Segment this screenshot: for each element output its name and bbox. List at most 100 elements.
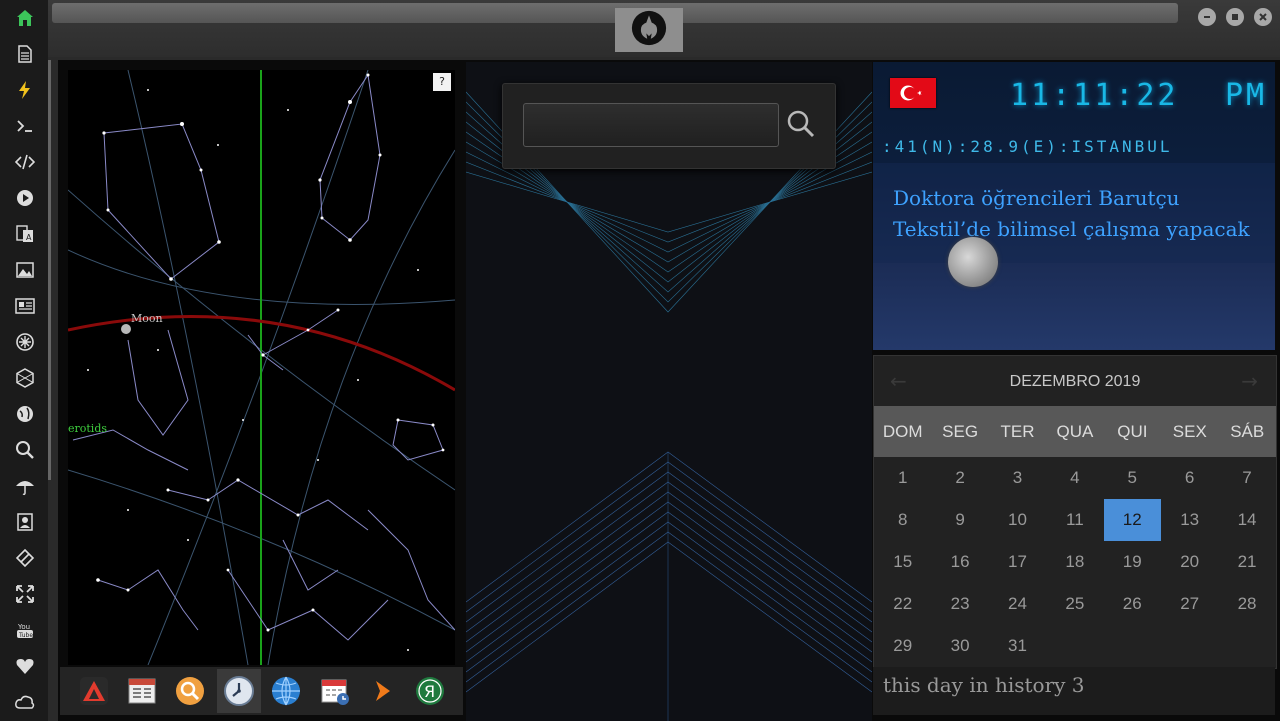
calendar-day[interactable]: 25 <box>1046 583 1103 625</box>
clock-icon[interactable] <box>217 669 261 713</box>
calendar-day[interactable]: 10 <box>989 499 1046 541</box>
youtube-icon[interactable]: You Tube <box>12 617 38 643</box>
document-icon[interactable] <box>12 41 38 67</box>
code-icon[interactable] <box>12 149 38 175</box>
search-icon[interactable] <box>12 437 38 463</box>
maximize-button[interactable] <box>1226 8 1244 26</box>
minimize-button[interactable] <box>1198 8 1216 26</box>
svg-text:Я: Я <box>424 682 435 701</box>
lightning-icon[interactable] <box>12 77 38 103</box>
calendar-day[interactable]: 11 <box>1046 499 1103 541</box>
weekday-label: QUI <box>1117 422 1148 441</box>
home-icon[interactable] <box>12 5 38 31</box>
calendar-day[interactable]: 5 <box>1104 457 1161 499</box>
sky-map-help-button[interactable]: ? <box>433 73 451 91</box>
calendar-day <box>1046 625 1103 667</box>
calendar-day[interactable]: 3 <box>989 457 1046 499</box>
this-day-in-history-label[interactable]: this day in history 3 <box>883 673 1085 697</box>
turkey-flag-icon <box>890 78 936 108</box>
calendar-day[interactable]: 9 <box>931 499 988 541</box>
contact-icon[interactable] <box>12 509 38 535</box>
calendar-week: 1 2 3 4 5 6 7 <box>874 457 1276 499</box>
svg-text:A: A <box>26 233 32 242</box>
calendar-day[interactable]: 27 <box>1161 583 1218 625</box>
globe-icon[interactable] <box>266 671 306 711</box>
heart-icon[interactable] <box>12 653 38 679</box>
image-icon[interactable] <box>12 257 38 283</box>
calendar-day[interactable]: 15 <box>874 541 931 583</box>
settings-icon[interactable] <box>12 329 38 355</box>
weekday-label: TER <box>1000 422 1035 441</box>
calendar-day[interactable]: 21 <box>1218 541 1275 583</box>
calendar-day[interactable]: 12 <box>1103 499 1161 541</box>
sky-map[interactable]: Moon erotids <box>68 70 455 665</box>
next-month-button[interactable]: → <box>1241 369 1258 393</box>
weekday-label: SEG <box>942 422 979 441</box>
calendar-list-icon[interactable] <box>122 671 162 711</box>
rebel-logo-tab[interactable] <box>615 8 683 52</box>
calendar-day[interactable]: 4 <box>1046 457 1103 499</box>
calendar-weekdays: DOM SEG TER QUA QUI SEX SÁB <box>874 406 1276 457</box>
app-a-icon[interactable] <box>74 671 114 711</box>
hexagon-icon[interactable] <box>12 365 38 391</box>
diamond-link-icon[interactable] <box>12 545 38 571</box>
calendar-day[interactable]: 20 <box>1161 541 1218 583</box>
calendar-day[interactable]: 28 <box>1218 583 1275 625</box>
calendar-day[interactable]: 2 <box>931 457 988 499</box>
globe-icon[interactable] <box>12 401 38 427</box>
calendar-day[interactable]: 16 <box>931 541 988 583</box>
calendar-day[interactable]: 31 <box>989 625 1046 667</box>
calendar-day[interactable]: 14 <box>1218 499 1275 541</box>
calendar-day[interactable]: 8 <box>874 499 931 541</box>
calendar-icon[interactable] <box>315 671 355 711</box>
sidebar-scrollbar[interactable] <box>48 60 51 480</box>
app-dock <box>60 667 463 715</box>
calendar-week: 8 9 10 11 12 13 14 <box>874 499 1276 541</box>
search-panel <box>502 83 836 169</box>
cloud-icon[interactable] <box>12 689 38 715</box>
calendar-day[interactable]: 6 <box>1161 457 1218 499</box>
calendar-day[interactable]: 24 <box>989 583 1046 625</box>
close-button[interactable] <box>1254 8 1272 26</box>
calendar-day[interactable]: 23 <box>931 583 988 625</box>
digital-clock-ampm: PM <box>1225 78 1268 113</box>
calendar-week: 22 23 24 25 26 27 28 <box>874 583 1276 625</box>
calendar-day[interactable]: 22 <box>874 583 931 625</box>
calendar-day[interactable]: 1 <box>874 457 931 499</box>
rebel-logo-icon <box>631 10 667 46</box>
umbrella-icon[interactable] <box>12 473 38 499</box>
moon-label: Moon <box>131 312 163 325</box>
calendar-week: 29 30 31 <box>874 625 1276 667</box>
calendar-day[interactable]: 29 <box>874 625 931 667</box>
calendar-day[interactable]: 17 <box>989 541 1046 583</box>
magnifier-icon[interactable] <box>170 671 210 711</box>
calendar-day <box>1218 625 1275 667</box>
search-input[interactable] <box>523 103 779 147</box>
calendar-day[interactable]: 7 <box>1218 457 1275 499</box>
calendar-day <box>1104 625 1161 667</box>
calendar-day <box>1161 625 1218 667</box>
terminal-icon[interactable] <box>12 113 38 139</box>
calendar-day[interactable]: 30 <box>931 625 988 667</box>
calendar-day[interactable]: 18 <box>1046 541 1103 583</box>
calendar-month-title: DEZEMBRO 2019 <box>1009 373 1141 390</box>
svg-text:You: You <box>17 623 30 631</box>
digital-clock-time: 11:11:22 <box>1010 78 1179 113</box>
fullscreen-icon[interactable] <box>12 581 38 607</box>
calendar: ← DEZEMBRO 2019 → DOM SEG TER QUA QUI SE… <box>873 355 1277 669</box>
news-icon[interactable] <box>12 293 38 319</box>
location-coordinates: :41(N):28.9(E):ISTANBUL <box>882 137 1173 156</box>
arrow-icon[interactable] <box>362 671 402 711</box>
translate-icon[interactable]: A <box>12 221 38 247</box>
ya-icon[interactable]: Я <box>410 671 450 711</box>
calendar-day[interactable]: 13 <box>1161 499 1218 541</box>
play-icon[interactable] <box>12 185 38 211</box>
calendar-day[interactable]: 26 <box>1104 583 1161 625</box>
calendar-week: 15 16 17 18 19 20 21 <box>874 541 1276 583</box>
search-icon[interactable] <box>783 106 819 142</box>
sky-map-canvas: Moon erotids <box>68 70 455 665</box>
calendar-day[interactable]: 19 <box>1104 541 1161 583</box>
weekday-label: QUA <box>1056 422 1094 441</box>
moon-phase-icon <box>948 237 998 287</box>
news-headline-link[interactable]: Doktora öğrencileri Barutçu Tekstil’de b… <box>893 183 1268 245</box>
